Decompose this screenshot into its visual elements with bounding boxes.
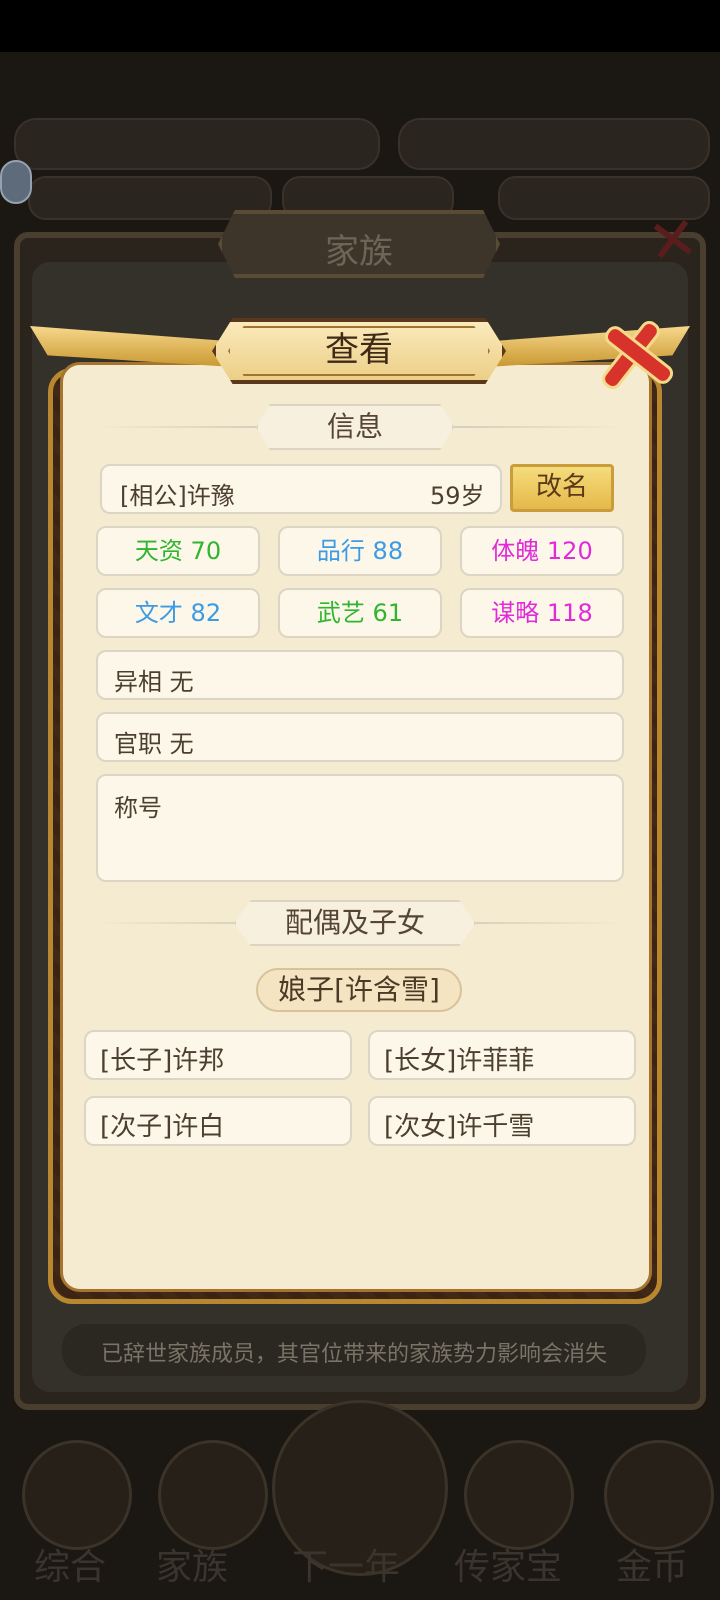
background-resource-bar [398, 118, 710, 170]
chat-bubble-icon[interactable] [0, 160, 32, 204]
person-name: [相公]许豫 [120, 482, 235, 510]
family-panel-title: 家族 [325, 232, 393, 272]
person-age: 59岁 [430, 482, 485, 510]
nav-label-gold: 金币 [616, 1547, 689, 1588]
nav-label-next-year: 下一年 [292, 1547, 401, 1588]
nav-label-heirloom: 传家宝 [454, 1547, 563, 1588]
section-header-family: 配偶及子女 [284, 906, 425, 939]
stat-conduct: 品行 88 [316, 537, 404, 565]
stat-box: 体魄 120 [460, 526, 624, 576]
nav-icon-family[interactable] [158, 1440, 268, 1550]
spouse-button[interactable]: 娘子[许含雪] [256, 968, 462, 1012]
dialog-title: 查看 [325, 330, 393, 370]
nav-icon-overview[interactable] [22, 1440, 132, 1550]
nav-icon-gold[interactable] [604, 1440, 714, 1550]
stat-physique: 体魄 120 [491, 537, 593, 565]
stat-literary: 文才 82 [134, 599, 222, 627]
stat-strategy: 谋略 118 [491, 599, 593, 627]
nav-label-overview: 综合 [34, 1547, 107, 1588]
nav-label-family: 家族 [156, 1547, 229, 1588]
stat-box: 武艺 61 [278, 588, 442, 638]
stat-box: 品行 88 [278, 526, 442, 576]
child-name: [长子]许邦 [100, 1046, 225, 1076]
stat-box: 谋略 118 [460, 588, 624, 638]
section-header-info: 信息 [326, 410, 383, 443]
trait-text: 异相 无 [114, 668, 194, 696]
background-resource-bar [14, 118, 380, 170]
notice-text: 已辞世家族成员，其官位带来的家族势力影响会消失 [100, 1342, 607, 1367]
stat-box: 文才 82 [96, 588, 260, 638]
child-name: [次女]许千雪 [384, 1112, 535, 1142]
titles-label: 称号 [114, 794, 162, 822]
stat-box: 天资 70 [96, 526, 260, 576]
child-name: [长女]许菲菲 [384, 1046, 535, 1076]
child-name: [次子]许白 [100, 1112, 225, 1142]
stat-martial: 武艺 61 [316, 599, 404, 627]
close-button[interactable] [602, 318, 674, 390]
titles-field [96, 774, 624, 882]
status-bar [0, 0, 720, 52]
family-close-icon[interactable]: ✕ [643, 203, 703, 279]
nav-icon-heirloom[interactable] [464, 1440, 574, 1550]
rename-button[interactable]: 改名 [510, 464, 614, 512]
stat-talent: 天资 70 [134, 537, 222, 565]
office-text: 官职 无 [114, 730, 194, 758]
